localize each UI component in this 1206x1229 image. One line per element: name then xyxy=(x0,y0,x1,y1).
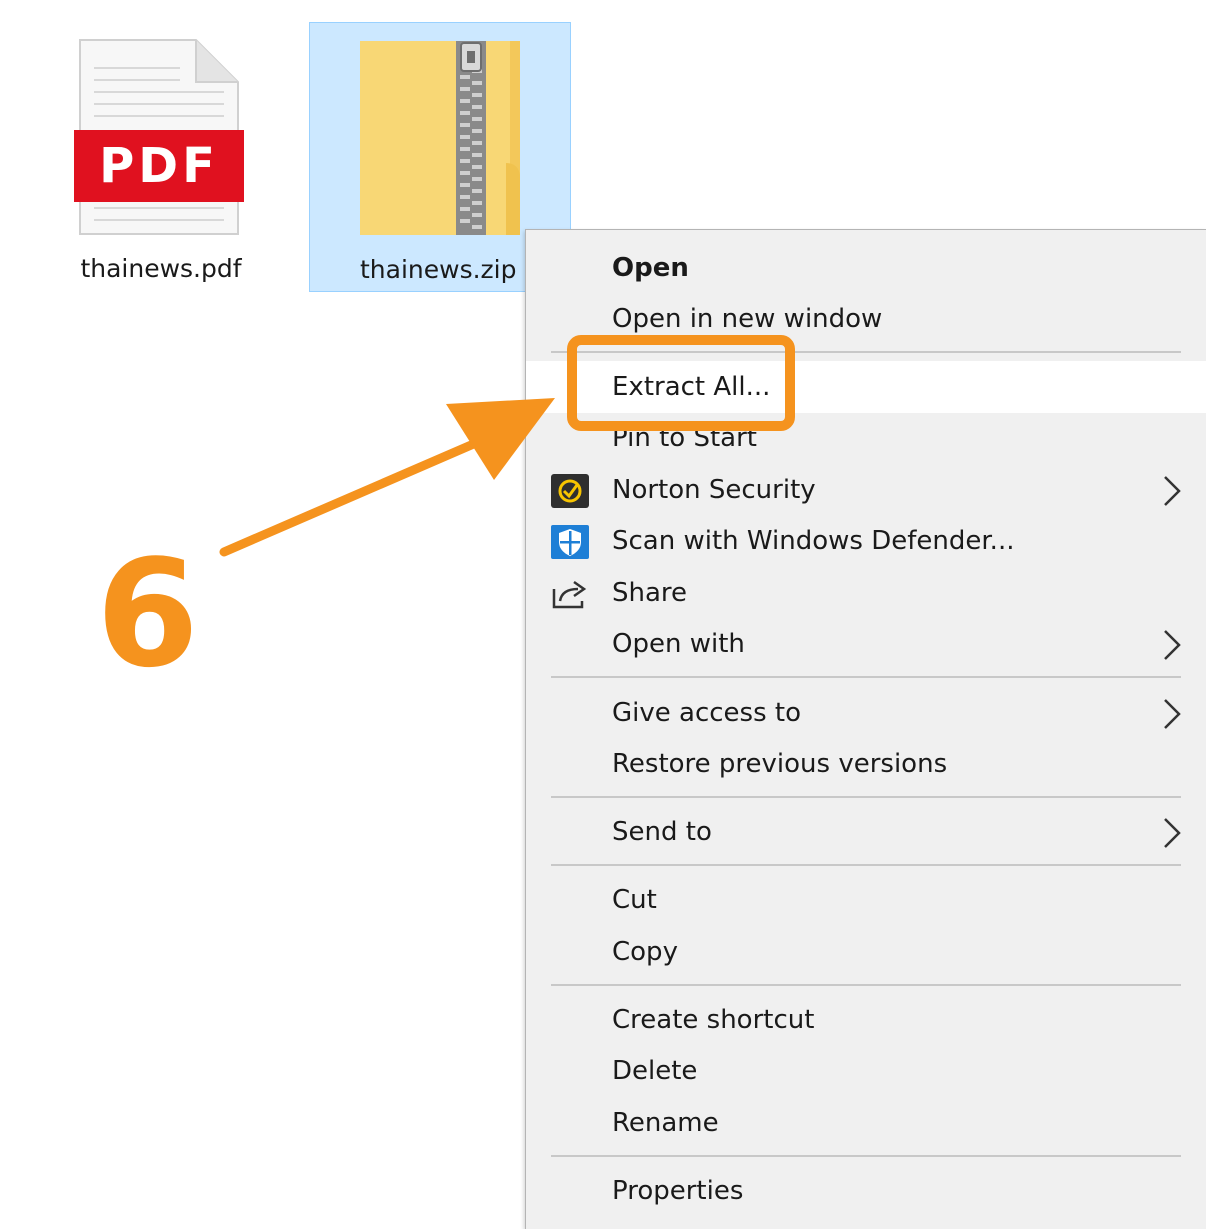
menu-item-properties[interactable]: Properties xyxy=(526,1166,1206,1216)
menu-item-share[interactable]: Share xyxy=(526,568,1206,618)
menu-item-label: Cut xyxy=(612,885,657,915)
menu-item-label: Scan with Windows Defender... xyxy=(612,526,1015,556)
pdf-badge-text: PDF xyxy=(99,138,219,194)
menu-item-label: Copy xyxy=(612,937,678,967)
windows-defender-icon xyxy=(551,525,589,559)
menu-item-send-to[interactable]: Send to xyxy=(526,807,1206,857)
menu-item-scan-windows-defender[interactable]: Scan with Windows Defender... xyxy=(526,516,1206,566)
menu-item-create-shortcut[interactable]: Create shortcut xyxy=(526,995,1206,1045)
pdf-file-icon: PDF xyxy=(74,39,244,235)
menu-item-give-access-to[interactable]: Give access to xyxy=(526,688,1206,738)
menu-separator xyxy=(551,864,1181,866)
chevron-right-icon xyxy=(1164,630,1181,660)
menu-item-label: Properties xyxy=(612,1176,744,1206)
chevron-right-icon xyxy=(1164,699,1181,729)
menu-item-cut[interactable]: Cut xyxy=(526,875,1206,925)
menu-item-label: Norton Security xyxy=(612,475,816,505)
menu-item-open-with[interactable]: Open with xyxy=(526,619,1206,669)
zip-folder-icon xyxy=(360,41,520,235)
chevron-right-icon xyxy=(1164,818,1181,848)
file-name-label: thainews.pdf xyxy=(80,254,242,283)
menu-item-label: Open with xyxy=(612,629,745,659)
menu-item-label: Open xyxy=(612,253,689,283)
menu-item-label: Delete xyxy=(612,1056,698,1086)
menu-item-label: Share xyxy=(612,578,688,608)
norton-icon xyxy=(551,474,589,508)
share-icon xyxy=(552,580,587,609)
menu-separator xyxy=(551,676,1181,678)
menu-separator xyxy=(551,1155,1181,1157)
menu-separator xyxy=(551,984,1181,986)
extract-all-highlight-box xyxy=(567,335,795,431)
menu-item-label: Rename xyxy=(612,1108,719,1138)
chevron-right-icon xyxy=(1164,476,1181,506)
menu-item-label: Send to xyxy=(612,817,712,847)
step-number: 6 xyxy=(96,528,199,700)
menu-item-copy[interactable]: Copy xyxy=(526,927,1206,977)
menu-item-delete[interactable]: Delete xyxy=(526,1046,1206,1096)
menu-item-label: Create shortcut xyxy=(612,1005,815,1035)
file-name-label: thainews.zip xyxy=(360,255,517,284)
menu-item-rename[interactable]: Rename xyxy=(526,1098,1206,1148)
menu-item-open[interactable]: Open xyxy=(526,243,1206,293)
menu-separator xyxy=(551,796,1181,798)
menu-item-label: Restore previous versions xyxy=(612,749,948,779)
menu-item-restore-previous-versions[interactable]: Restore previous versions xyxy=(526,739,1206,789)
menu-item-norton-security[interactable]: Norton Security xyxy=(526,465,1206,515)
file-thainews-pdf[interactable]: PDF thainews.pdf xyxy=(30,22,292,292)
menu-item-label: Give access to xyxy=(612,698,801,728)
